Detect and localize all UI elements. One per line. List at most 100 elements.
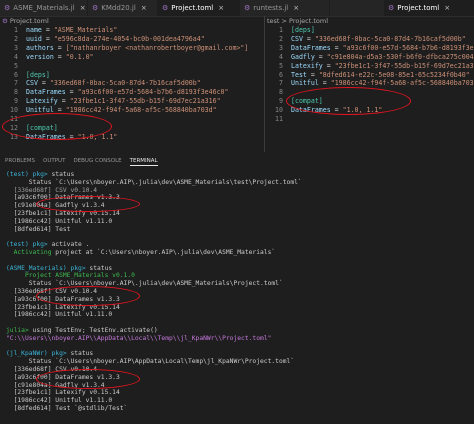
- editor-tab[interactable]: ⚙ Project.toml ×: [384, 0, 474, 16]
- breadcrumb[interactable]: ⚙ Project.toml: [0, 16, 262, 26]
- equals-sign: =: [53, 52, 66, 61]
- terminal-text: [336ed68f] CSV v0.10.4: [6, 186, 97, 194]
- file-type-icon: ⚙: [92, 4, 99, 12]
- code-editor[interactable]: 1 name = "ASME_Materials" 2 uuid = "e596c8d…: [0, 26, 262, 142]
- terminal-text: Status `C:\Users\nboyer.AIP\.julia\dev\A…: [6, 280, 283, 288]
- close-icon[interactable]: ×: [293, 0, 299, 16]
- code-line: 8: [265, 88, 474, 97]
- line-number: 4: [14, 52, 18, 61]
- line-number: 6: [279, 70, 283, 79]
- terminal-line: (ASME_Materials) pkg> status: [6, 265, 474, 273]
- toml-key: Latexify: [291, 61, 323, 70]
- close-icon[interactable]: ×: [141, 0, 147, 16]
- code-editor[interactable]: 1 [deps] 2 CSV = "336ed68f-0bac-5ca0-87d4-7…: [265, 26, 474, 124]
- toml-value: "8dfed614-e22c-5e08-85e1-65c5234f0b40": [318, 70, 470, 79]
- terminal-line: [336ed68f] CSV v0.10.4: [6, 366, 474, 374]
- panel-tab-problems[interactable]: PROBLEMS: [5, 156, 35, 166]
- terminal-line: [8dfed614] Test `@stdlib/Test`: [6, 405, 474, 413]
- editor-tab[interactable]: ⚙ KMdd20.jl ×: [88, 0, 158, 16]
- equals-sign: =: [330, 43, 343, 52]
- terminal-text: [c91e804a] Gadfly v1.3.4: [6, 381, 105, 389]
- terminal-line: [23fbe1c1] Latexify v0.15.14: [6, 210, 474, 218]
- terminal-line: [23fbe1c1] Latexify v0.15.14: [6, 389, 474, 397]
- terminal-line: [1986cc42] Unitful v1.11.0: [6, 397, 474, 405]
- equals-sign: =: [302, 34, 315, 43]
- right-editor-pane: test > Project.toml 1 [deps] 2 CSV = "336ed…: [264, 16, 474, 152]
- line-number: 1: [14, 26, 18, 34]
- toml-key: version: [26, 52, 54, 61]
- line-number: 13: [10, 132, 18, 141]
- line-number: 3: [279, 43, 283, 52]
- equals-sign: =: [53, 43, 66, 52]
- terminal-text: [1986cc42] Unitful v1.11.0: [6, 311, 113, 319]
- toml-key: DataFrames: [291, 106, 331, 115]
- editor-tab-bar: ⚙ ASME_Materials.jl × ⚙ KMdd20.jl × ⚙ Project.t…: [0, 0, 474, 17]
- line-number: 4: [279, 52, 283, 61]
- panel-tab-debug-console[interactable]: DEBUG CONSOLE: [73, 156, 121, 166]
- toml-key: authors: [26, 43, 54, 52]
- toml-key: Latexify: [26, 97, 58, 106]
- terminal-line: (jl_KpaNWr) pkg> status: [6, 350, 474, 358]
- terminal[interactable]: (test) pkg> status Status `C:\Users\nboy…: [0, 171, 474, 424]
- toml-value: "a93c6f00-e57d-5684-b7b6-d8193f3e46c0": [77, 88, 229, 97]
- close-icon[interactable]: ×: [218, 0, 224, 16]
- code-line: 5 Latexify = "23fbe1c1-3f47-55db-b15f-69d…: [265, 62, 474, 71]
- code-line: 9 [compat]: [265, 97, 474, 106]
- panel-tab-output[interactable]: OUTPUT: [43, 156, 65, 166]
- toml-key: Gadfly: [291, 52, 315, 61]
- editor-tab[interactable]: ⚙ ASME_Materials.jl ×: [0, 0, 88, 16]
- close-icon[interactable]: ×: [444, 0, 450, 16]
- terminal-text: [8dfed614] Test `@stdlib/Test`: [6, 404, 128, 412]
- terminal-line: Status `C:\Users\nboyer.AIP\.julia\dev\A…: [6, 179, 474, 187]
- terminal-text: Project ASME_Materials v0.1.0: [6, 272, 135, 280]
- toml-value: "23fbe1c1-3f47-55db-b15f-69d7ec21a316": [334, 61, 474, 70]
- breadcrumb[interactable]: test > Project.toml: [265, 16, 474, 26]
- terminal-text: status: [47, 171, 75, 178]
- code-line: 9 Latexify = "23fbe1c1-3f47-55db-b15f-69d…: [0, 97, 262, 106]
- code-line: 11: [265, 115, 474, 124]
- code-line: 6 Test = "8dfed614-e22c-5e08-85e1-65c5234…: [265, 71, 474, 80]
- code-line: 4 version = "0.1.0": [0, 53, 262, 62]
- tab-label: KMdd20.jl: [101, 4, 136, 12]
- terminal-line: (test) pkg> activate .: [6, 241, 474, 249]
- toml-value: "1.0, 1.1": [77, 132, 118, 141]
- tab-label: Project.toml: [171, 4, 214, 12]
- editor-tab[interactable]: ⚙ runtests.jl ×: [240, 0, 330, 16]
- toml-key: DataFrames: [26, 132, 66, 141]
- terminal-text: "C:\\Users\\nboyer.AIP\\AppData\\Local\\…: [6, 334, 272, 342]
- line-number: 7: [279, 79, 283, 88]
- terminal-line: [c91e804a] Gadfly v1.3.4: [6, 202, 474, 210]
- toml-value: "1986cc42-f94f-5a68-af5c-568840ba703d": [330, 79, 474, 88]
- terminal-prompt: (test) pkg>: [6, 241, 48, 249]
- equals-sign: =: [322, 61, 335, 70]
- code-line: 5: [0, 62, 262, 71]
- code-line: 12 [compat]: [0, 124, 262, 133]
- toml-key: Unitful: [26, 106, 54, 115]
- terminal-line: Activating project at `C:\Users\nboyer.A…: [6, 249, 474, 257]
- toml-value: "1986cc42-f94f-5a68-af5c-568840ba703d": [65, 106, 217, 115]
- toml-section-header: [compat]: [26, 123, 58, 132]
- toml-value: ["nathanrboyer <nathanrobertboyer@gmail.…: [65, 43, 249, 52]
- equals-sign: =: [37, 79, 50, 88]
- file-type-icon: ⚙: [4, 4, 11, 12]
- line-number: 9: [14, 97, 18, 106]
- terminal-text: Activating: [6, 248, 52, 256]
- panel-tab-terminal[interactable]: TERMINAL: [129, 156, 158, 166]
- toml-section-header: [compat]: [291, 97, 323, 106]
- toml-key: CSV: [291, 34, 303, 43]
- code-line: 7 Unitful = "1986cc42-f94f-5a68-af5c-5688…: [265, 79, 474, 88]
- toml-key: DataFrames: [291, 43, 331, 52]
- line-number: 2: [279, 34, 283, 43]
- line-number: 12: [10, 123, 18, 132]
- terminal-text: [c91e804a] Gadfly v1.3.4: [6, 202, 105, 210]
- line-number: 9: [279, 97, 283, 106]
- terminal-line: [a93c6f00] DataFrames v1.3.3: [6, 194, 474, 202]
- close-icon[interactable]: ×: [80, 0, 86, 16]
- tab-label: runtests.jl: [253, 4, 289, 12]
- terminal-text: [a93c6f00] DataFrames v1.3.3: [6, 295, 120, 303]
- toml-key: CSV: [26, 79, 38, 88]
- terminal-line: [8dfed614] Test: [6, 226, 474, 234]
- editor-tab[interactable]: ⚙ Project.toml ×: [158, 0, 240, 16]
- terminal-text: [23fbe1c1] Latexify v0.15.14: [6, 303, 120, 311]
